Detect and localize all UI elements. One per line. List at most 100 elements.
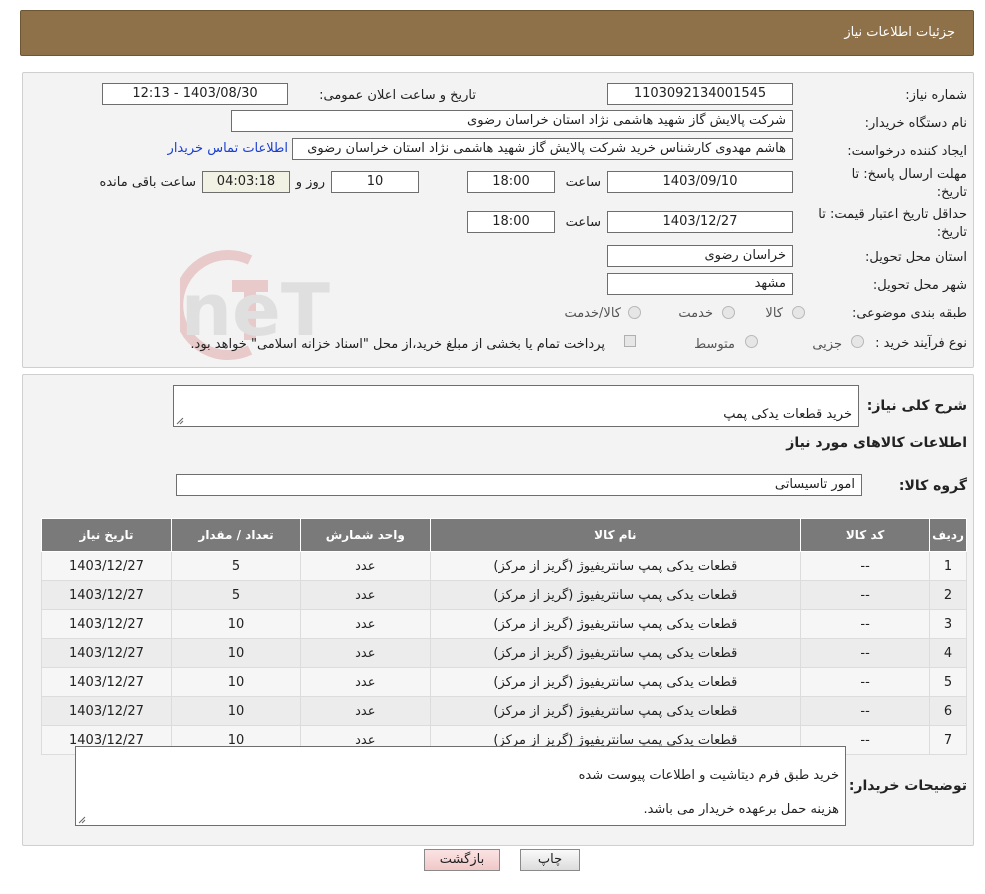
goods-group-field: امور تاسیساتی bbox=[176, 474, 862, 496]
resize-grip-icon[interactable] bbox=[78, 816, 86, 824]
table-row: 4 -- قطعات یدکی پمپ سانتریفیوژ (گریز از … bbox=[41, 638, 967, 668]
creator-field: هاشم مهدوی کارشناس خرید شرکت پالایش گاز … bbox=[292, 138, 793, 160]
province-field: خراسان رضوی bbox=[607, 245, 793, 267]
cell-name: قطعات یدکی پمپ سانتریفیوژ (گریز از مرکز) bbox=[429, 609, 802, 639]
cell-qty: 5 bbox=[170, 551, 302, 581]
process-radio-medium[interactable] bbox=[745, 335, 758, 348]
goods-info-title: اطلاعات کالاهای مورد نیاز bbox=[786, 435, 967, 451]
cell-date: 1403/12/27 bbox=[41, 667, 172, 697]
col-code-header: کد کالا bbox=[800, 518, 931, 552]
remaining-time-field: 04:03:18 bbox=[202, 171, 290, 193]
cell-qty: 10 bbox=[170, 667, 302, 697]
announce-field: 1403/08/30 - 12:13 bbox=[102, 83, 288, 105]
days-label: روز و bbox=[295, 175, 325, 190]
cell-row: 1 bbox=[929, 551, 967, 581]
days-field: 10 bbox=[331, 171, 419, 193]
summary-text: خرید قطعات یدکی پمپ bbox=[723, 407, 852, 422]
buyer-notes-line-2: هزینه حمل برعهده خریدار می باشد. bbox=[643, 802, 839, 817]
reply-deadline-label: مهلت ارسال پاسخ: تا تاریخ: bbox=[851, 167, 967, 200]
validity-time-field: 18:00 bbox=[467, 211, 555, 233]
buyer-notes-field: خرید طبق فرم دیتاشیت و اطلاعات پیوست شده… bbox=[75, 746, 846, 826]
category-label: طبقه بندی موضوعی: bbox=[851, 306, 967, 321]
buyer-notes-line-1: خرید طبق فرم دیتاشیت و اطلاعات پیوست شده bbox=[578, 768, 839, 783]
cell-row: 6 bbox=[929, 696, 967, 726]
cell-row: 5 bbox=[929, 667, 967, 697]
table-row: 1 -- قطعات یدکی پمپ سانتریفیوژ (گریز از … bbox=[41, 551, 967, 581]
goods-table-header: ردیف کد کالا نام کالا واحد شمارش تعداد /… bbox=[41, 518, 967, 552]
reply-time-field: 18:00 bbox=[467, 171, 555, 193]
buyer-org-label: نام دستگاه خریدار: bbox=[864, 116, 967, 131]
page-header: جزئیات اطلاعات نیاز bbox=[20, 10, 974, 56]
announce-label: تاریخ و ساعت اعلان عمومی: bbox=[319, 88, 476, 103]
col-name-header: نام کالا bbox=[429, 518, 802, 552]
cell-name: قطعات یدکی پمپ سانتریفیوژ (گریز از مرکز) bbox=[429, 580, 802, 610]
cell-name: قطعات یدکی پمپ سانتریفیوژ (گریز از مرکز) bbox=[429, 551, 802, 581]
cell-unit: عدد bbox=[300, 551, 431, 581]
process-label: نوع فرآیند خرید : bbox=[875, 336, 967, 351]
city-field: مشهد bbox=[607, 273, 793, 295]
cell-row: 3 bbox=[929, 609, 967, 639]
cell-name: قطعات یدکی پمپ سانتریفیوژ (گریز از مرکز) bbox=[429, 696, 802, 726]
table-row: 6 -- قطعات یدکی پمپ سانتریفیوژ (گریز از … bbox=[41, 696, 967, 726]
validity-date-field: 1403/12/27 bbox=[607, 211, 793, 233]
buyer-contact-link[interactable]: اطلاعات تماس خریدار bbox=[168, 141, 288, 156]
page-title: جزئیات اطلاعات نیاز bbox=[844, 25, 955, 40]
goods-table: ردیف کد کالا نام کالا واحد شمارش تعداد /… bbox=[41, 518, 967, 755]
table-row: 3 -- قطعات یدکی پمپ سانتریفیوژ (گریز از … bbox=[41, 609, 967, 639]
process-radio-minor[interactable] bbox=[851, 335, 864, 348]
creator-label: ایجاد کننده درخواست: bbox=[847, 144, 967, 159]
buyer-org-field: شرکت پالایش گاز شهید هاشمی نژاد استان خر… bbox=[231, 110, 793, 132]
cell-row: 2 bbox=[929, 580, 967, 610]
summary-field: خرید قطعات یدکی پمپ bbox=[173, 385, 859, 427]
cell-date: 1403/12/27 bbox=[41, 580, 172, 610]
cell-code: -- bbox=[800, 609, 931, 639]
col-unit-header: واحد شمارش bbox=[300, 518, 431, 552]
cell-date: 1403/12/27 bbox=[41, 609, 172, 639]
cell-code: -- bbox=[800, 580, 931, 610]
summary-label: شرح کلی نیاز: bbox=[866, 398, 967, 414]
cell-name: قطعات یدکی پمپ سانتریفیوژ (گریز از مرکز) bbox=[429, 638, 802, 668]
cell-code: -- bbox=[800, 696, 931, 726]
province-label: استان محل تحویل: bbox=[865, 250, 967, 265]
print-button[interactable]: چاپ bbox=[520, 849, 580, 871]
cell-code: -- bbox=[800, 551, 931, 581]
cell-code: -- bbox=[800, 667, 931, 697]
reply-date-field: 1403/09/10 bbox=[607, 171, 793, 193]
payment-note: پرداخت تمام یا بخشی از مبلغ خرید،از محل … bbox=[190, 337, 605, 352]
cell-qty: 10 bbox=[170, 696, 302, 726]
cell-date: 1403/12/27 bbox=[41, 551, 172, 581]
process-option-medium: متوسط bbox=[694, 337, 735, 352]
cell-qty: 5 bbox=[170, 580, 302, 610]
col-date-header: تاریخ نیاز bbox=[41, 518, 172, 552]
treasury-checkbox[interactable] bbox=[624, 335, 636, 347]
cell-unit: عدد bbox=[300, 667, 431, 697]
remaining-label: ساعت باقی مانده bbox=[99, 175, 196, 190]
reply-time-label: ساعت bbox=[565, 175, 601, 190]
col-row-header: ردیف bbox=[929, 518, 967, 552]
process-option-minor: جزیی bbox=[812, 337, 842, 352]
cell-row: 4 bbox=[929, 638, 967, 668]
cell-unit: عدد bbox=[300, 609, 431, 639]
need-number-label: شماره نیاز: bbox=[905, 88, 967, 103]
table-row: 2 -- قطعات یدکی پمپ سانتریفیوژ (گریز از … bbox=[41, 580, 967, 610]
need-number-field: 1103092134001545 bbox=[607, 83, 793, 105]
category-radio-goods[interactable] bbox=[792, 306, 805, 319]
cell-qty: 10 bbox=[170, 638, 302, 668]
cell-unit: عدد bbox=[300, 638, 431, 668]
city-label: شهر محل تحویل: bbox=[872, 278, 967, 293]
cell-unit: عدد bbox=[300, 696, 431, 726]
cell-date: 1403/12/27 bbox=[41, 638, 172, 668]
col-qty-header: تعداد / مقدار bbox=[170, 518, 302, 552]
validity-label: حداقل تاریخ اعتبار قیمت: تا تاریخ: bbox=[818, 207, 967, 240]
cell-code: -- bbox=[800, 638, 931, 668]
cell-unit: عدد bbox=[300, 580, 431, 610]
table-row: 5 -- قطعات یدکی پمپ سانتریفیوژ (گریز از … bbox=[41, 667, 967, 697]
back-button[interactable]: بازگشت bbox=[424, 849, 500, 871]
cell-name: قطعات یدکی پمپ سانتریفیوژ (گریز از مرکز) bbox=[429, 667, 802, 697]
cell-row: 7 bbox=[929, 725, 967, 755]
category-radio-both[interactable] bbox=[628, 306, 641, 319]
cell-qty: 10 bbox=[170, 609, 302, 639]
category-radio-service[interactable] bbox=[722, 306, 735, 319]
resize-grip-icon[interactable] bbox=[176, 417, 184, 425]
goods-group-label: گروه کالا: bbox=[898, 478, 967, 494]
